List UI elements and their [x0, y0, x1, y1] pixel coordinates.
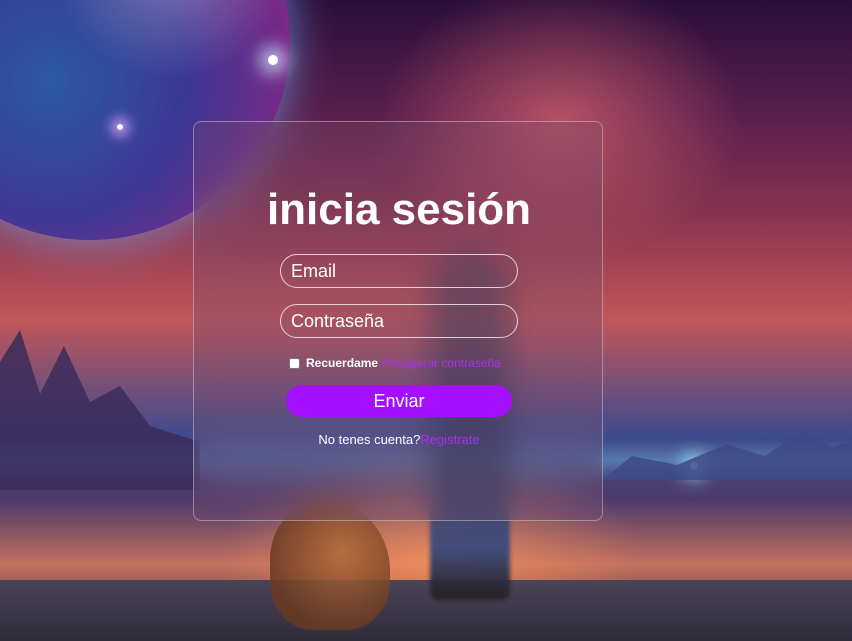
register-row: No tenes cuenta?Registrate: [194, 432, 604, 447]
background-scene: inicia sesión Recuerdame Recuperar contr…: [0, 0, 852, 641]
star-glow: [117, 124, 123, 130]
password-field[interactable]: [280, 304, 518, 338]
login-card: inicia sesión Recuerdame Recuperar contr…: [193, 121, 603, 521]
remember-row: Recuerdame Recuperar contraseña: [289, 354, 501, 372]
email-field[interactable]: [280, 254, 518, 288]
register-prompt: No tenes cuenta?: [318, 432, 421, 447]
page-title: inicia sesión: [266, 185, 532, 234]
submit-button[interactable]: Enviar: [286, 385, 512, 417]
remember-label: Recuerdame: [306, 356, 379, 370]
remember-checkbox[interactable]: [289, 357, 300, 369]
mountains-left: [0, 330, 200, 490]
register-link[interactable]: Registrate: [420, 432, 479, 447]
recover-password-link[interactable]: Recuperar contraseña: [382, 356, 501, 370]
rocky-ground: [0, 580, 852, 641]
star-glow: [268, 55, 278, 65]
